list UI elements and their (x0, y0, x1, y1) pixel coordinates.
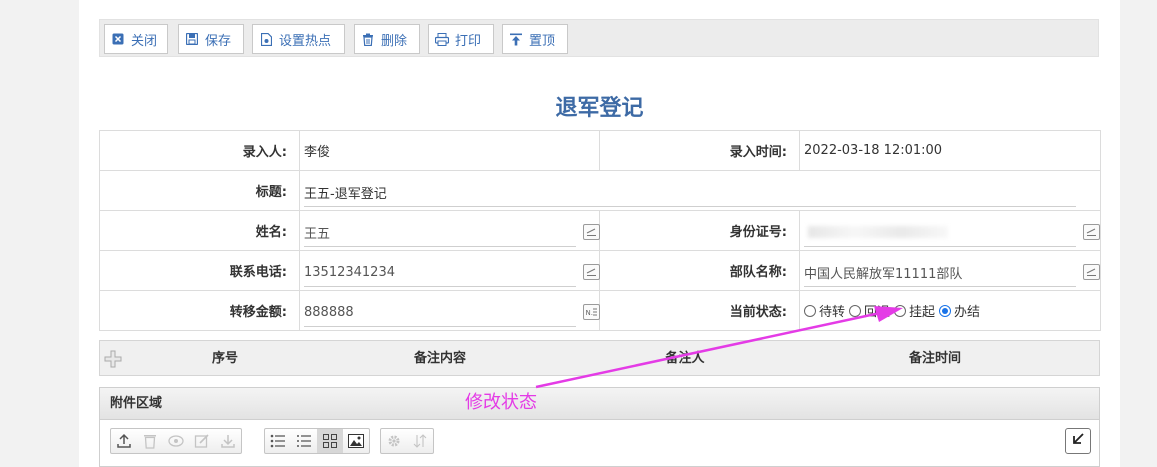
redacted-id-blur (808, 225, 948, 238)
toolbar: 关闭 保存 设置热点 删除 打印 置顶 (99, 19, 1099, 57)
print-button[interactable]: 打印 (428, 24, 494, 54)
status-option-suspended[interactable]: 挂起 (894, 301, 935, 320)
page-title: 退军登记 (555, 96, 644, 121)
column-header-content[interactable]: 备注内容 (350, 341, 530, 377)
entered-by-value: 李俊 (304, 145, 331, 160)
radio-circle[interactable] (894, 304, 907, 317)
upload-icon[interactable] (111, 429, 137, 453)
svg-text:N.: N. (586, 309, 593, 317)
notes-grid-header: 序号 备注内容 备注人 备注时间 (99, 340, 1100, 376)
annotation-label: 修改状态 (465, 392, 537, 413)
edit-icon[interactable] (1083, 263, 1100, 280)
add-row-icon[interactable] (104, 350, 122, 368)
file-actions-group (110, 428, 242, 454)
settings-group (380, 428, 434, 454)
subject-field[interactable]: 王五-退军登记 (304, 179, 1076, 207)
sort-icon[interactable] (407, 429, 433, 453)
entered-by-label: 录入人: (99, 130, 300, 171)
thumbnail-view-icon[interactable] (343, 429, 369, 453)
registration-form: 录入人: 李俊 录入时间: 2022-03-18 12:01:00 标题: 王五… (99, 130, 1101, 331)
status-radio-group: 待转 回退 挂起 办结 (804, 301, 1096, 320)
delete-file-icon[interactable] (137, 429, 163, 453)
radio-circle-selected[interactable] (939, 304, 952, 317)
status-option-completed[interactable]: 办结 (939, 301, 980, 320)
view-mode-group (264, 428, 370, 454)
pin-top-button[interactable]: 置顶 (502, 24, 568, 54)
document-icon (259, 32, 273, 46)
attachments-panel: 附件区域 (99, 387, 1100, 467)
radio-circle[interactable] (849, 304, 862, 317)
settings-icon[interactable] (381, 429, 407, 453)
printer-icon (435, 32, 449, 46)
grid-view-icon[interactable] (317, 429, 343, 453)
delete-button[interactable]: 删除 (354, 24, 420, 54)
column-header-time[interactable]: 备注时间 (860, 341, 1010, 377)
id-number-label: 身份证号: (599, 210, 800, 251)
edit-icon[interactable] (1083, 223, 1100, 240)
radio-circle[interactable] (804, 304, 816, 317)
save-icon (185, 32, 199, 46)
form-page: 关闭 保存 设置热点 删除 打印 置顶 退军登记 录入人: 李俊 录入时间: 2… (79, 0, 1120, 467)
unit-name-label: 部队名称: (599, 250, 800, 291)
subject-label: 标题: (99, 170, 300, 211)
current-status-label: 当前状态: (599, 290, 800, 331)
close-button[interactable]: 关闭 (104, 24, 168, 54)
status-option-returned[interactable]: 回退 (849, 301, 890, 320)
save-button[interactable]: 保存 (178, 24, 244, 54)
numeric-input-icon[interactable]: N. (583, 303, 600, 320)
entry-time-label: 录入时间: (599, 130, 800, 171)
name-label: 姓名: (99, 210, 300, 251)
edit-icon[interactable] (583, 223, 600, 240)
arrow-down-left-icon (1071, 432, 1085, 450)
arrow-up-to-top-icon (509, 32, 523, 46)
edit-icon[interactable] (583, 263, 600, 280)
amount-label: 转移金额: (99, 290, 300, 331)
phone-label: 联系电话: (99, 250, 300, 291)
edit-file-icon[interactable] (189, 429, 215, 453)
trash-icon (361, 32, 375, 46)
set-hotspot-button[interactable]: 设置热点 (252, 24, 345, 54)
attachments-title: 附件区域 (100, 388, 1099, 420)
name-field[interactable]: 王五 (304, 219, 600, 247)
download-icon[interactable] (215, 429, 241, 453)
close-icon (111, 32, 125, 46)
detail-list-icon[interactable] (291, 429, 317, 453)
list-view-icon[interactable] (265, 429, 291, 453)
entry-time-value: 2022-03-18 12:01:00 (804, 143, 943, 158)
collapse-panel-button[interactable] (1065, 428, 1091, 454)
status-option-pending[interactable]: 待转 (804, 301, 845, 320)
preview-icon[interactable] (163, 429, 189, 453)
phone-field[interactable]: 13512341234 (304, 259, 600, 287)
unit-name-field[interactable]: 中国人民解放军11111部队 (804, 259, 1100, 287)
amount-field[interactable]: 888888 N. (304, 299, 600, 327)
id-number-field[interactable] (804, 219, 1100, 247)
column-header-index[interactable]: 序号 (160, 341, 290, 377)
column-header-author[interactable]: 备注人 (620, 341, 750, 377)
